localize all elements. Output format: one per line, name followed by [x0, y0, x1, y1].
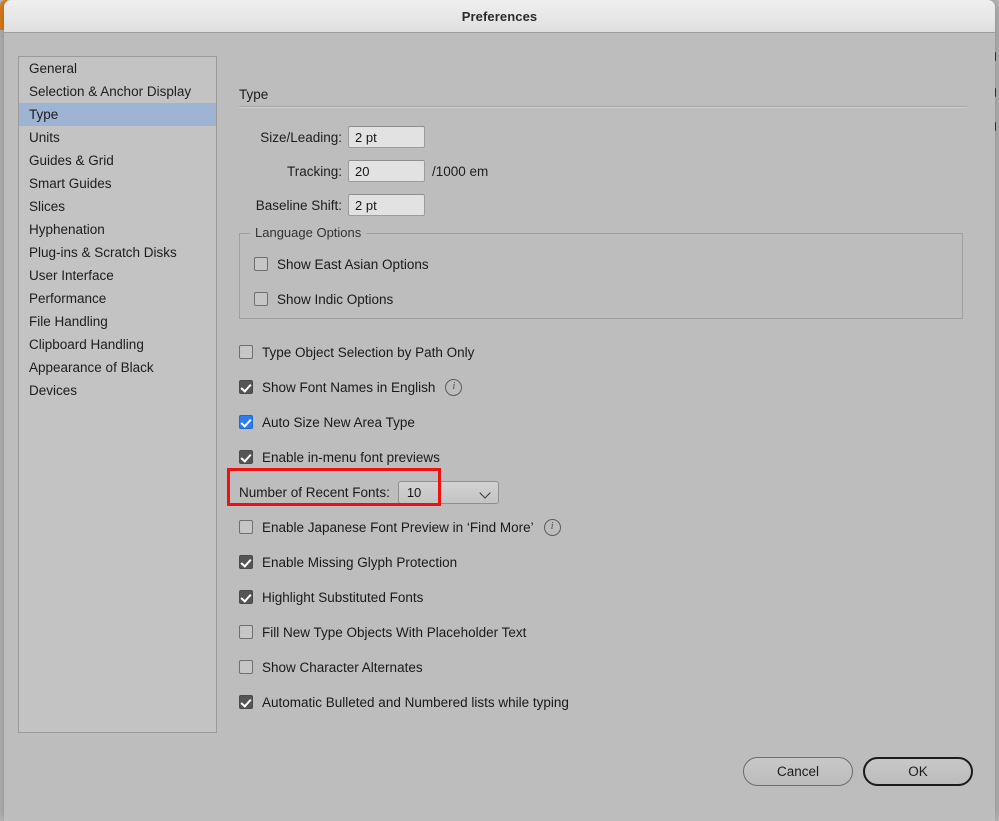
- type-options-list-upper: Type Object Selection by Path Only Show F…: [239, 339, 969, 470]
- checkbox-show-east-asian-options[interactable]: [254, 257, 268, 271]
- sidebar-item-file-handling[interactable]: File Handling: [19, 310, 216, 333]
- checkbox-row-type-object-selection-by-path-only[interactable]: Type Object Selection by Path Only: [239, 339, 969, 365]
- sidebar-item-type[interactable]: Type: [19, 103, 216, 126]
- checkbox-row-enable-missing-glyph-protection[interactable]: Enable Missing Glyph Protection: [239, 549, 969, 575]
- field-row: Baseline Shift:: [239, 194, 969, 216]
- checkbox-row-show-font-names-in-english[interactable]: Show Font Names in English i: [239, 374, 969, 400]
- preferences-category-list[interactable]: General Selection & Anchor Display Type Uni…: [18, 56, 217, 733]
- checkbox-row-automatic-bulleted-and-numbered-lists-while-typing[interactable]: Automatic Bulleted and Numbered lists wh…: [239, 689, 969, 715]
- type-options-list-lower: Enable Japanese Font Preview in ‘Find Mo…: [239, 514, 969, 715]
- section-title: Type: [239, 87, 269, 102]
- chevron-down-icon: [479, 486, 491, 499]
- checkbox-auto-size-new-area-type[interactable]: [239, 415, 253, 429]
- checkbox-label: Show Font Names in English: [262, 379, 436, 395]
- language-options-group: Language Options Show East Asian Options…: [239, 225, 963, 319]
- language-options-legend: Language Options: [250, 225, 367, 240]
- preferences-dialog: Preferences General Selection & Anchor Di…: [4, 0, 995, 821]
- checkbox-row-auto-size-new-area-type[interactable]: Auto Size New Area Type: [239, 409, 969, 435]
- checkbox-row-show-east-asian-options[interactable]: Show East Asian Options: [254, 251, 962, 277]
- dialog-body: General Selection & Anchor Display Type Uni…: [4, 33, 995, 821]
- checkbox-label: Highlight Substituted Fonts: [262, 589, 424, 605]
- sidebar-item-performance[interactable]: Performance: [19, 287, 216, 310]
- sidebar-item-slices[interactable]: Slices: [19, 195, 216, 218]
- dialog-footer: Cancel OK: [743, 757, 973, 786]
- checkbox-label: Enable in-menu font previews: [262, 449, 440, 465]
- checkbox-label: Show Indic Options: [277, 291, 394, 307]
- sidebar-item-hyphenation[interactable]: Hyphenation: [19, 218, 216, 241]
- checkbox-label: Show Character Alternates: [262, 659, 423, 675]
- checkbox-label: Type Object Selection by Path Only: [262, 344, 475, 360]
- info-icon[interactable]: i: [445, 378, 463, 396]
- checkbox-label: Enable Japanese Font Preview in ‘Find Mo…: [262, 519, 534, 535]
- checkbox-label: Automatic Bulleted and Numbered lists wh…: [262, 694, 569, 710]
- recent-fonts-select[interactable]: 10: [397, 480, 499, 504]
- field-label: Baseline Shift:: [255, 197, 342, 213]
- checkbox-row-show-character-alternates[interactable]: Show Character Alternates: [239, 654, 969, 680]
- recent-fonts-label: Number of Recent Fonts:: [239, 484, 390, 500]
- field-suffix: /1000 em: [432, 163, 489, 179]
- field-row: Size/Leading:: [239, 126, 969, 148]
- field-row: Tracking: /1000 em: [239, 160, 969, 182]
- dialog-titlebar: Preferences: [4, 0, 995, 33]
- checkbox-row-fill-new-type-objects-with-placeholder-text[interactable]: Fill New Type Objects With Placeholder T…: [239, 619, 969, 645]
- field-label: Size/Leading:: [260, 129, 342, 145]
- checkbox-show-character-alternates[interactable]: [239, 660, 253, 674]
- info-icon[interactable]: i: [543, 518, 561, 536]
- checkbox-type-object-selection-by-path-only[interactable]: [239, 345, 253, 359]
- sidebar-item-units[interactable]: Units: [19, 126, 216, 149]
- checkbox-enable-japanese-font-preview-in-find-more[interactable]: [239, 520, 253, 534]
- sidebar-item-general[interactable]: General: [19, 57, 216, 80]
- sidebar-item-smart-guides[interactable]: Smart Guides: [19, 172, 216, 195]
- checkbox-show-indic-options[interactable]: [254, 292, 268, 306]
- checkbox-row-highlight-substituted-fonts[interactable]: Highlight Substituted Fonts: [239, 584, 969, 610]
- language-options-list: Show East Asian Options Show Indic Option…: [240, 234, 962, 312]
- sidebar-item-clipboard-handling[interactable]: Clipboard Handling: [19, 333, 216, 356]
- input-size-leading[interactable]: [348, 126, 425, 148]
- checkbox-automatic-bulleted-and-numbered-lists-while-typing[interactable]: [239, 695, 253, 709]
- checkbox-row-enable-japanese-font-preview-in-find-more[interactable]: Enable Japanese Font Preview in ‘Find Mo…: [239, 514, 969, 540]
- sidebar-item-appearance-of-black[interactable]: Appearance of Black: [19, 356, 216, 379]
- sidebar-item-devices[interactable]: Devices: [19, 379, 216, 402]
- sidebar-item-user-interface[interactable]: User Interface: [19, 264, 216, 287]
- recent-fonts-row: Number of Recent Fonts: 10: [239, 479, 969, 505]
- checkbox-row-show-indic-options[interactable]: Show Indic Options: [254, 286, 962, 312]
- section-divider: [239, 106, 967, 108]
- sidebar-item-guides-grid[interactable]: Guides & Grid: [19, 149, 216, 172]
- checkbox-label: Enable Missing Glyph Protection: [262, 554, 458, 570]
- preferences-main-panel: Type Size/Leading: Tracking: /1000 em Basel…: [227, 87, 969, 724]
- checkbox-enable-missing-glyph-protection[interactable]: [239, 555, 253, 569]
- checkbox-enable-in-menu-font-previews[interactable]: [239, 450, 253, 464]
- input-baseline-shift[interactable]: [348, 194, 425, 216]
- ok-button[interactable]: OK: [863, 757, 973, 786]
- checkbox-show-font-names-in-english[interactable]: [239, 380, 253, 394]
- cancel-button[interactable]: Cancel: [743, 757, 853, 786]
- checkbox-row-enable-in-menu-font-previews[interactable]: Enable in-menu font previews: [239, 444, 969, 470]
- recent-fonts-value: 10: [406, 484, 422, 500]
- checkbox-label: Fill New Type Objects With Placeholder T…: [262, 624, 527, 640]
- checkbox-highlight-substituted-fonts[interactable]: [239, 590, 253, 604]
- checkbox-label: Show East Asian Options: [277, 256, 429, 272]
- sidebar-item-selection-anchor-display[interactable]: Selection & Anchor Display: [19, 80, 216, 103]
- input-tracking[interactable]: [348, 160, 425, 182]
- field-label: Tracking:: [286, 163, 342, 179]
- type-metrics-fields: Size/Leading: Tracking: /1000 em Baseline S…: [239, 126, 969, 216]
- window-title: Preferences: [461, 8, 538, 24]
- checkbox-fill-new-type-objects-with-placeholder-text[interactable]: [239, 625, 253, 639]
- checkbox-label: Auto Size New Area Type: [262, 414, 415, 430]
- sidebar-item-plug-ins-scratch-disks[interactable]: Plug-ins & Scratch Disks: [19, 241, 216, 264]
